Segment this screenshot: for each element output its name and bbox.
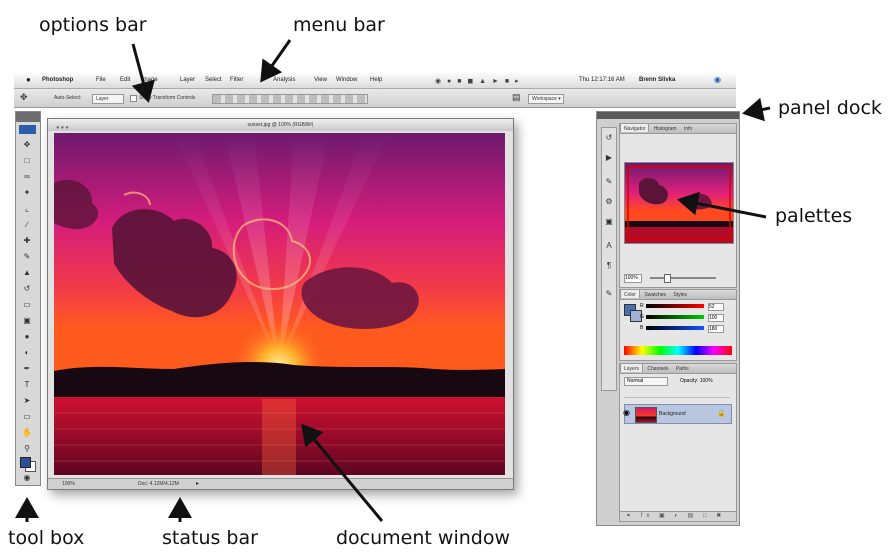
arrow-options-bar [131,43,155,103]
arrow-document-window [301,423,384,522]
callout-arrows [14,39,771,522]
arrow-panel-dock [742,97,771,122]
arrow-menu-bar [260,39,292,83]
arrow-palettes [677,191,767,219]
